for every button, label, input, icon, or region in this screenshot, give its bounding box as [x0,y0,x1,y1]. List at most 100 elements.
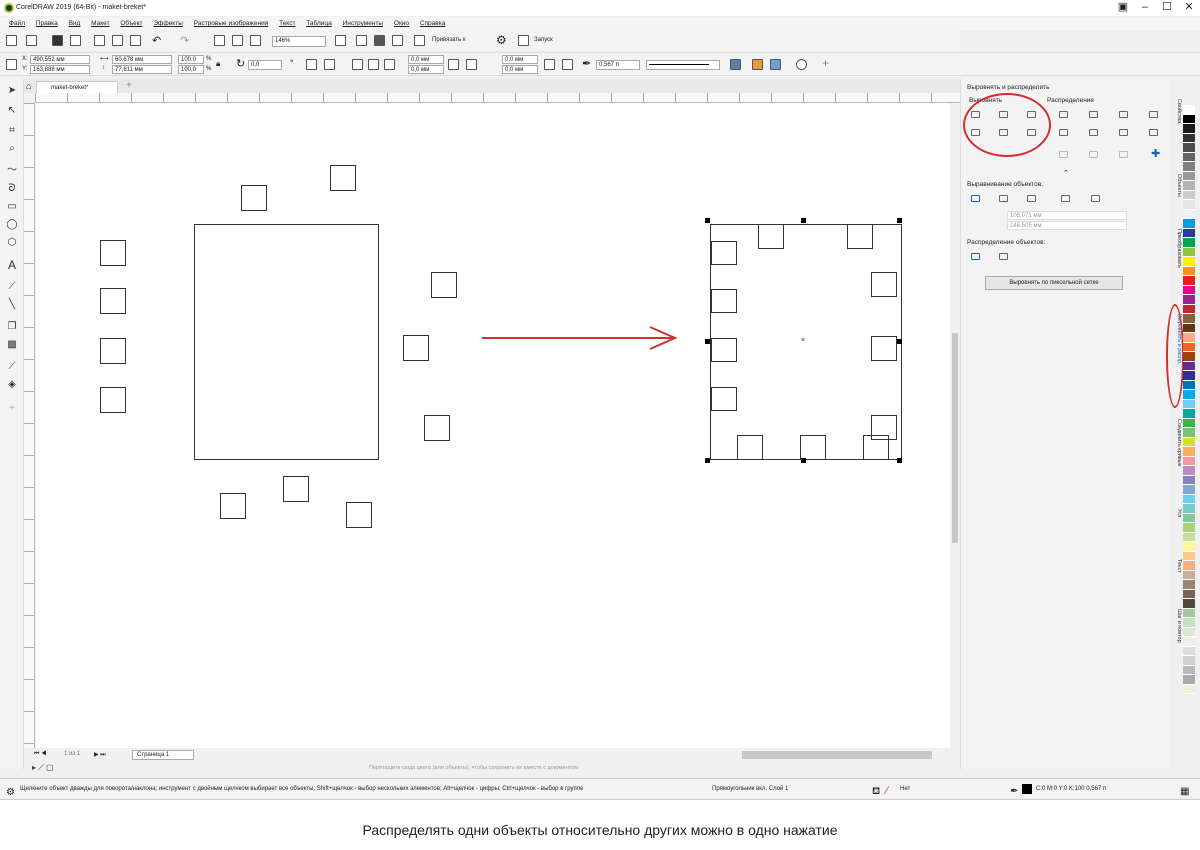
selection-handle[interactable] [897,218,902,223]
height-field[interactable]: 77,611 мм [112,65,172,74]
undo-icon[interactable]: ↶ [152,34,161,47]
palette-swatch[interactable] [1183,181,1195,191]
selection-handle[interactable] [705,339,710,344]
zoom-tool-icon[interactable]: ⌕ [6,143,18,155]
small-square[interactable] [241,185,267,211]
palette-swatch[interactable] [1183,418,1195,428]
align-to-grid-icon[interactable] [1061,195,1070,202]
palette-swatch[interactable] [1183,152,1195,162]
menu-tools[interactable]: Инструменты [343,17,384,31]
corner-stepper-icon[interactable] [448,59,459,70]
wrap-text-icon[interactable] [730,59,741,70]
selection-handle[interactable] [897,339,902,344]
palette-swatch[interactable] [1183,390,1195,400]
eyedropper-tool-icon[interactable]: ⟋ [6,361,18,373]
side-tab-corners[interactable]: Угл [1170,509,1182,517]
scale-x-field[interactable]: 100,0 [178,55,204,64]
palette-swatch[interactable] [1183,238,1195,248]
settings-gear-icon[interactable]: ⚙ [6,783,15,803]
text-align-3-icon[interactable] [1119,151,1128,158]
transparency-tool-icon[interactable]: ▩ [6,339,18,351]
rulers-icon[interactable] [356,35,367,46]
pdf-icon[interactable] [250,35,261,46]
palette-swatch[interactable] [1183,523,1195,533]
connector-tool-icon[interactable]: ╲ [6,299,18,311]
selection-handle[interactable] [801,458,806,463]
corner-lock-icon[interactable] [466,59,477,70]
grid-icon[interactable] [374,35,385,46]
artistic-media-tool-icon[interactable]: ᘐ [6,183,18,195]
fill-bucket-icon[interactable]: ⛾ [872,782,880,802]
vertical-scrollbar[interactable] [950,103,960,748]
palette-swatch[interactable] [1183,570,1195,580]
rotation-angle-field[interactable]: 0,0 [248,60,282,70]
horizontal-scrollbar[interactable] [742,751,932,759]
pin-docker-icon[interactable]: ✚ [1151,147,1160,160]
distribute-center-v-icon[interactable] [1089,129,1098,136]
small-square[interactable] [871,336,897,361]
palette-swatch[interactable] [1183,580,1195,590]
selection-handle[interactable] [705,458,710,463]
pick-tool-icon[interactable]: ➤ [6,85,18,97]
palette-swatch[interactable] [1183,532,1195,542]
palette-swatch[interactable] [1183,646,1195,656]
palette-swatch[interactable] [1183,589,1195,599]
outline-width-field[interactable]: 0,567 п [596,60,640,70]
align-to-page-edge-icon[interactable] [999,195,1008,202]
small-square[interactable] [100,387,126,413]
palette-swatch[interactable] [1183,656,1195,666]
align-to-page-center-icon[interactable] [1027,195,1036,202]
palette-swatch[interactable] [1183,504,1195,514]
menu-effects[interactable]: Эффекты [153,17,183,31]
small-square[interactable] [283,476,309,502]
line-style-dropdown[interactable] [646,60,720,70]
align-point-x-field[interactable]: 105,071 мм [1007,211,1127,220]
palette-swatch[interactable] [1183,627,1195,637]
palette-swatch[interactable] [1183,124,1195,134]
outline-pen-icon[interactable]: ✒ [582,57,591,70]
menu-view[interactable]: Вид [69,17,81,31]
small-square[interactable] [711,387,737,411]
convert-to-curves-icon[interactable] [796,59,807,70]
menu-help[interactable]: Справка [420,17,446,31]
palette-swatch[interactable] [1183,190,1195,200]
new-document-icon[interactable] [6,35,17,46]
align-to-point-icon[interactable] [1091,195,1100,202]
text-tool-icon[interactable]: A [6,259,18,271]
menu-bitmaps[interactable]: Растровые изображения [194,17,269,31]
palette-swatch[interactable] [1183,352,1195,362]
small-square[interactable] [424,415,450,441]
zoom-level-field[interactable]: 146% [272,36,326,47]
scale-y-field[interactable]: 100,0 [178,65,204,74]
palette-swatch[interactable] [1183,228,1195,238]
palette-swatch[interactable] [1183,266,1195,276]
palette-swatch[interactable] [1183,447,1195,457]
palette-swatch[interactable] [1183,200,1195,210]
palette-swatch[interactable] [1183,437,1195,447]
palette-swatch[interactable] [1183,371,1195,381]
options-gear-icon[interactable]: ⚙ [496,33,507,47]
launch-dropdown[interactable]: Запуск [534,37,553,43]
small-square[interactable] [346,502,372,528]
palette-swatch[interactable] [1183,665,1195,675]
export-icon[interactable] [232,35,243,46]
text-align-2-icon[interactable] [1089,151,1098,158]
align-to-active-icon[interactable] [971,195,980,202]
palette-swatch[interactable] [1183,380,1195,390]
side-tab-properties[interactable]: Свойства [1170,99,1182,123]
palette-swatch[interactable] [1183,599,1195,609]
launch-icon[interactable] [518,35,529,46]
palette-swatch[interactable] [1183,143,1195,153]
side-tab-text[interactable]: Текст [1170,559,1182,573]
distribute-center-h-icon[interactable] [1089,111,1098,118]
menu-text[interactable]: Текст [279,17,295,31]
palette-swatch[interactable] [1183,428,1195,438]
palette-swatch[interactable] [1183,247,1195,257]
corner-stepper-2-icon[interactable] [544,59,555,70]
scalloped-corner-icon[interactable] [368,59,379,70]
mirror-vertical-icon[interactable] [324,59,335,70]
new-tab-icon[interactable]: + [126,80,132,91]
palette-swatch[interactable] [1183,133,1195,143]
side-tab-join-curves[interactable]: Соединить кривые [1170,419,1182,467]
palette-swatch[interactable] [1183,409,1195,419]
